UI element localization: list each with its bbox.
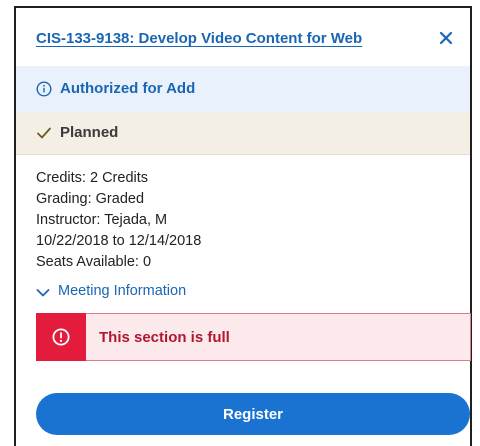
meeting-information-label: Meeting Information bbox=[58, 283, 187, 299]
close-icon bbox=[439, 31, 453, 45]
info-icon bbox=[36, 81, 52, 97]
date-range-text: 10/22/2018 to 12/14/2018 bbox=[36, 233, 202, 249]
alert-icon-container bbox=[36, 313, 86, 361]
planned-status-label: Planned bbox=[60, 124, 119, 141]
credits-text: Credits: 2 Credits bbox=[36, 170, 149, 186]
seats-available-text: Seats Available: 0 bbox=[36, 254, 152, 270]
course-title-link[interactable]: CIS-133-9138: Develop Video Content for … bbox=[36, 30, 362, 47]
instructor-text: Instructor: Tejada, M bbox=[36, 212, 168, 228]
check-icon bbox=[37, 127, 51, 139]
exclamation-circle-icon bbox=[52, 328, 70, 346]
section-full-alert: This section is full bbox=[36, 313, 471, 361]
alert-message: This section is full bbox=[99, 329, 230, 346]
authorized-status-bar: Authorized for Add bbox=[16, 66, 470, 113]
authorized-status-label: Authorized for Add bbox=[60, 80, 196, 97]
section-details: Credits: 2 Credits Grading: Graded Instr… bbox=[36, 168, 456, 273]
card-header: CIS-133-9138: Develop Video Content for … bbox=[16, 8, 470, 66]
course-section-card: CIS-133-9138: Develop Video Content for … bbox=[14, 6, 472, 446]
grading-text: Grading: Graded bbox=[36, 191, 145, 207]
close-button[interactable] bbox=[436, 28, 456, 48]
planned-status-bar: Planned bbox=[16, 112, 470, 155]
register-button[interactable]: Register bbox=[36, 393, 470, 435]
chevron-down-icon bbox=[36, 289, 50, 297]
